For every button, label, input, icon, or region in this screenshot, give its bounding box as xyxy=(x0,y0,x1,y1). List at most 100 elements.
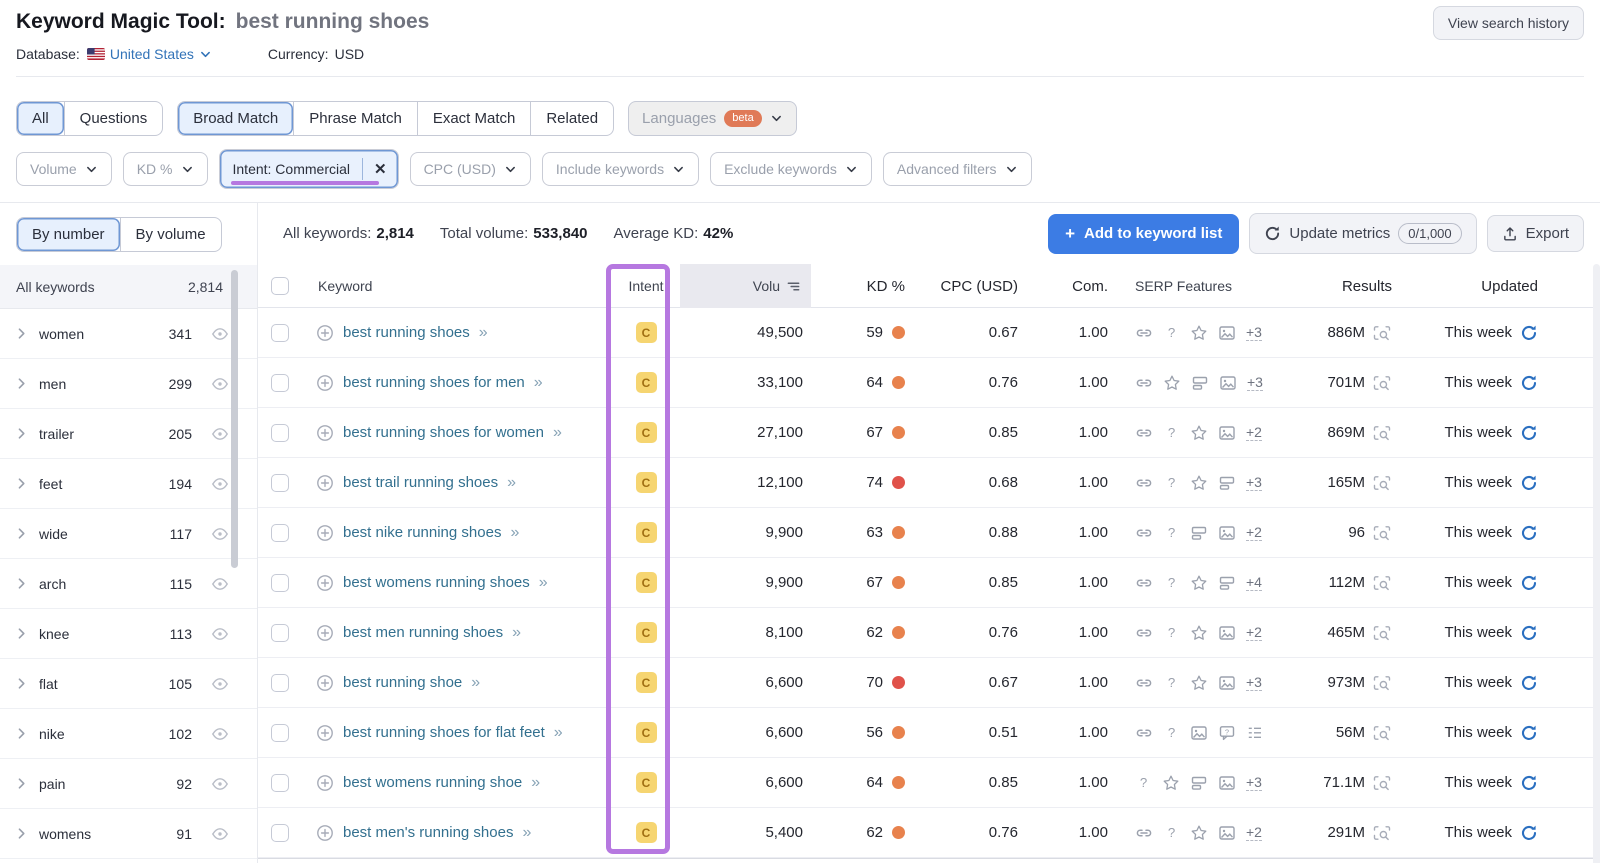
filter-kd-[interactable]: KD % xyxy=(122,152,208,186)
serp-more-count[interactable]: +2 xyxy=(1246,824,1262,841)
tab-related[interactable]: Related xyxy=(530,102,613,135)
row-checkbox[interactable] xyxy=(271,473,289,492)
keyword-link[interactable]: best running shoes for men xyxy=(343,374,525,391)
row-checkbox[interactable] xyxy=(271,573,289,592)
keyword-link[interactable]: best men running shoes xyxy=(343,624,503,641)
filter-advanced-filters[interactable]: Advanced filters xyxy=(882,152,1032,186)
expand-keyword-icon[interactable]: » xyxy=(510,524,519,542)
expand-keyword-icon[interactable]: » xyxy=(539,574,548,592)
refresh-metrics-icon[interactable] xyxy=(1520,424,1538,442)
view-search-history-button[interactable]: View search history xyxy=(1432,6,1584,40)
sidebar-scrollbar[interactable] xyxy=(231,270,238,568)
sidebar-group-wide[interactable]: wide 117 xyxy=(0,509,257,559)
sidebar-toggle-by-volume[interactable]: By volume xyxy=(119,218,221,251)
serp-more-count[interactable]: +4 xyxy=(1246,574,1262,591)
sidebar-group-pain[interactable]: pain 92 xyxy=(0,759,257,809)
filter-cpc-usd-[interactable]: CPC (USD) xyxy=(409,152,531,186)
serp-more-count[interactable]: +3 xyxy=(1246,474,1262,491)
add-to-keyword-list-button[interactable]: + Add to keyword list xyxy=(1048,213,1240,254)
select-all-checkbox[interactable] xyxy=(271,277,289,295)
column-header-updated[interactable]: Updated xyxy=(1412,278,1600,295)
expand-keyword-icon[interactable]: » xyxy=(512,624,521,642)
keyword-link[interactable]: best nike running shoes xyxy=(343,524,501,541)
serp-more-count[interactable]: +3 xyxy=(1246,324,1262,341)
filter-include-keywords[interactable]: Include keywords xyxy=(541,152,700,186)
refresh-metrics-icon[interactable] xyxy=(1520,774,1538,792)
all-keywords-group[interactable]: All keywords 2,814 xyxy=(0,265,257,309)
column-header-kd[interactable]: KD % xyxy=(811,278,911,295)
sidebar-group-men[interactable]: men 299 xyxy=(0,359,257,409)
export-button[interactable]: Export xyxy=(1486,215,1584,252)
filter-exclude-keywords[interactable]: Exclude keywords xyxy=(710,152,872,186)
tab-broad-match[interactable]: Broad Match xyxy=(178,102,294,135)
keyword-link[interactable]: best running shoes for flat feet xyxy=(343,724,545,741)
row-checkbox[interactable] xyxy=(271,723,289,742)
expand-keyword-icon[interactable]: » xyxy=(479,324,488,342)
serp-preview-icon[interactable] xyxy=(1372,674,1392,692)
serp-preview-icon[interactable] xyxy=(1372,624,1392,642)
refresh-metrics-icon[interactable] xyxy=(1520,374,1538,392)
sidebar-group-women[interactable]: women 341 xyxy=(0,309,257,359)
row-checkbox[interactable] xyxy=(271,673,289,692)
serp-preview-icon[interactable] xyxy=(1372,524,1392,542)
refresh-metrics-icon[interactable] xyxy=(1520,824,1538,842)
serp-more-count[interactable]: +3 xyxy=(1246,774,1262,791)
tab-phrase-match[interactable]: Phrase Match xyxy=(293,102,417,135)
expand-keyword-icon[interactable]: » xyxy=(534,374,543,392)
serp-more-count[interactable]: +3 xyxy=(1247,374,1263,391)
column-header-results[interactable]: Results xyxy=(1264,278,1412,295)
keyword-link[interactable]: best trail running shoes xyxy=(343,474,498,491)
tab-all[interactable]: All xyxy=(17,102,64,135)
update-metrics-button[interactable]: Update metrics 0/1,000 xyxy=(1249,213,1477,254)
refresh-metrics-icon[interactable] xyxy=(1520,324,1538,342)
keyword-link[interactable]: best running shoes for women xyxy=(343,424,544,441)
row-checkbox[interactable] xyxy=(271,823,289,842)
serp-preview-icon[interactable] xyxy=(1372,574,1392,592)
keyword-link[interactable]: best running shoe xyxy=(343,674,462,691)
serp-preview-icon[interactable] xyxy=(1372,824,1392,842)
expand-keyword-icon[interactable]: » xyxy=(522,824,531,842)
refresh-metrics-icon[interactable] xyxy=(1520,724,1538,742)
expand-keyword-icon[interactable]: » xyxy=(553,424,562,442)
column-header-com[interactable]: Com. xyxy=(1028,278,1114,295)
row-checkbox[interactable] xyxy=(271,523,289,542)
expand-keyword-icon[interactable]: » xyxy=(531,774,540,792)
sidebar-group-nike[interactable]: nike 102 xyxy=(0,709,257,759)
sidebar-group-flat[interactable]: flat 105 xyxy=(0,659,257,709)
column-header-cpc[interactable]: CPC (USD) xyxy=(911,278,1028,295)
serp-preview-icon[interactable] xyxy=(1372,774,1392,792)
serp-preview-icon[interactable] xyxy=(1372,724,1392,742)
keyword-link[interactable]: best men's running shoes xyxy=(343,824,513,841)
database-selector[interactable]: United States xyxy=(86,46,212,62)
serp-preview-icon[interactable] xyxy=(1372,424,1392,442)
sidebar-group-arch[interactable]: arch 115 xyxy=(0,559,257,609)
refresh-metrics-icon[interactable] xyxy=(1520,474,1538,492)
page-scrollbar-track[interactable] xyxy=(1593,264,1600,863)
column-header-volume[interactable]: Volu xyxy=(680,264,811,308)
keyword-link[interactable]: best running shoes xyxy=(343,324,470,341)
serp-preview-icon[interactable] xyxy=(1372,324,1392,342)
keyword-link[interactable]: best womens running shoes xyxy=(343,574,530,591)
tab-exact-match[interactable]: Exact Match xyxy=(416,102,531,135)
row-checkbox[interactable] xyxy=(271,373,289,392)
row-checkbox[interactable] xyxy=(271,423,289,442)
sidebar-toggle-by-number[interactable]: By number xyxy=(17,218,120,251)
row-checkbox[interactable] xyxy=(271,623,289,642)
refresh-metrics-icon[interactable] xyxy=(1520,574,1538,592)
expand-keyword-icon[interactable]: » xyxy=(554,724,563,742)
refresh-metrics-icon[interactable] xyxy=(1520,624,1538,642)
tab-questions[interactable]: Questions xyxy=(63,102,163,135)
expand-keyword-icon[interactable]: » xyxy=(471,674,480,692)
serp-more-count[interactable]: +2 xyxy=(1246,624,1262,641)
keyword-link[interactable]: best womens running shoe xyxy=(343,774,522,791)
serp-more-count[interactable]: +2 xyxy=(1246,424,1262,441)
filter-intent-commercial[interactable]: Intent: Commercial ✕ xyxy=(218,149,399,189)
refresh-metrics-icon[interactable] xyxy=(1520,524,1538,542)
serp-more-count[interactable]: +3 xyxy=(1246,674,1262,691)
row-checkbox[interactable] xyxy=(271,773,289,792)
serp-preview-icon[interactable] xyxy=(1372,474,1392,492)
remove-filter-icon[interactable]: ✕ xyxy=(361,158,398,180)
refresh-metrics-icon[interactable] xyxy=(1520,674,1538,692)
sidebar-group-womens[interactable]: womens 91 xyxy=(0,809,257,859)
sidebar-group-knee[interactable]: knee 113 xyxy=(0,609,257,659)
